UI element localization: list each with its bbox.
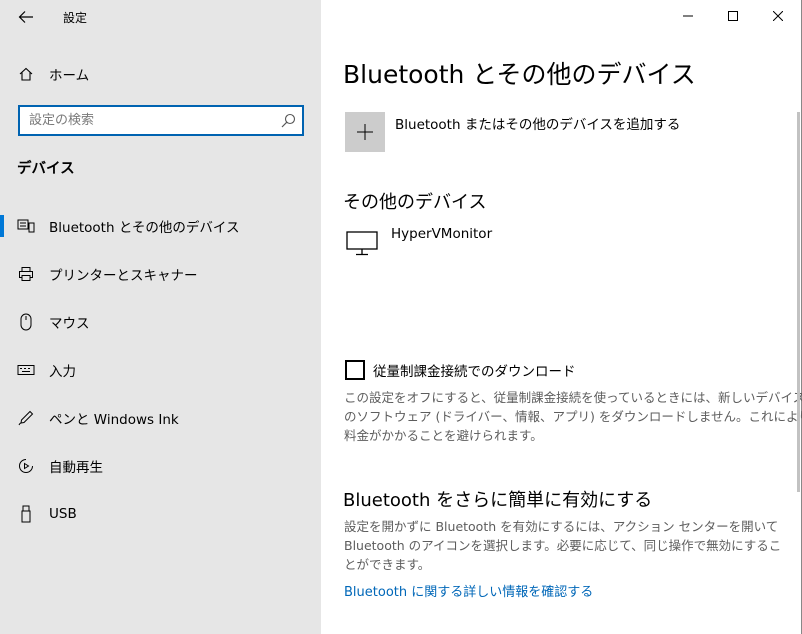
metered-download-label[interactable]: 従量制課金接続でのダウンロード [373,360,576,380]
section-heading: デバイス [17,161,75,177]
sidebar-item-label: USB [49,506,77,522]
description-line: Bluetooth のアイコンを選択します。必要に応じて、同じ操作で無効にするこ [344,538,782,553]
autoplay-icon [17,457,35,475]
sidebar-item-label: Bluetooth とその他のデバイス [49,220,240,236]
usb-icon [17,505,35,523]
add-device-button[interactable] [345,112,385,152]
description-line: のソフトウェア (ドライバー、情報、アプリ) をダウンロードしません。これにより… [344,409,802,424]
sidebar-item-label: マウス [49,316,90,332]
sidebar-item-autoplay[interactable]: 自動再生 [0,449,321,483]
minimize-icon [683,15,693,17]
minimize-button[interactable] [665,0,711,32]
description-line: 設定を開かずに Bluetooth を有効にするには、アクション センターを開い… [344,519,779,534]
mouse-icon [17,313,35,331]
sidebar-item-mouse[interactable]: マウス [0,305,321,339]
sidebar-item-label: ホーム [49,68,90,84]
metered-download-checkbox[interactable] [345,360,365,380]
sidebar-item-printers[interactable]: プリンターとスキャナー [0,257,321,291]
metered-description: この設定をオフにすると、従量制課金接続を使っているときには、新しいデバイス のソ… [344,388,802,445]
search-box [18,105,304,136]
plus-icon [357,124,373,140]
printer-icon [17,265,35,283]
back-button[interactable] [12,4,40,30]
sidebar-item-label: 入力 [49,364,76,380]
device-name: HyperVMonitor [391,226,493,242]
quick-enable-heading: Bluetooth をさらに簡単に有効にする [343,490,653,511]
search-input[interactable] [20,107,269,134]
device-item[interactable]: HyperVMonitor [345,226,645,260]
close-button[interactable] [755,0,801,32]
close-icon [773,11,783,21]
scrollbar[interactable] [797,112,800,492]
sidebar-item-input[interactable]: 入力 [0,353,321,387]
sidebar: 設定 ホーム デバイス Bluetooth とその他のデバイス プリンターとスキ… [0,0,321,634]
description-line: 料金がかかることを避けられます。 [344,428,543,443]
quick-enable-description: 設定を開かずに Bluetooth を有効にするには、アクション センターを開い… [344,517,784,574]
app-title: 設定 [63,11,88,25]
other-devices-heading: その他のデバイス [343,192,487,213]
monitor-icon [346,231,378,256]
page-title: Bluetooth とその他のデバイス [343,60,696,89]
description-line: とができます。 [344,557,431,572]
sidebar-item-label: 自動再生 [49,460,103,476]
add-device-label[interactable]: Bluetooth またはその他のデバイスを追加する [395,113,680,133]
home-icon [17,65,35,83]
pen-icon [17,409,35,427]
back-arrow-icon [18,11,33,23]
sidebar-item-pen[interactable]: ペンと Windows Ink [0,401,321,435]
sidebar-item-home[interactable]: ホーム [0,58,321,90]
keyboard-icon [17,361,35,379]
search-icon[interactable] [280,113,296,129]
main-content: Bluetooth とその他のデバイス Bluetooth またはその他のデバイ… [321,0,802,634]
sidebar-item-bluetooth[interactable]: Bluetooth とその他のデバイス [0,209,321,243]
maximize-button[interactable] [710,0,756,32]
sidebar-item-label: ペンと Windows Ink [49,412,179,428]
bluetooth-devices-icon [17,217,35,235]
bluetooth-info-link[interactable]: Bluetooth に関する詳しい情報を確認する [344,581,593,600]
description-line: この設定をオフにすると、従量制課金接続を使っているときには、新しいデバイス [344,390,802,405]
sidebar-item-usb[interactable]: USB [0,497,321,531]
sidebar-item-label: プリンターとスキャナー [49,268,198,284]
maximize-icon [728,11,738,21]
